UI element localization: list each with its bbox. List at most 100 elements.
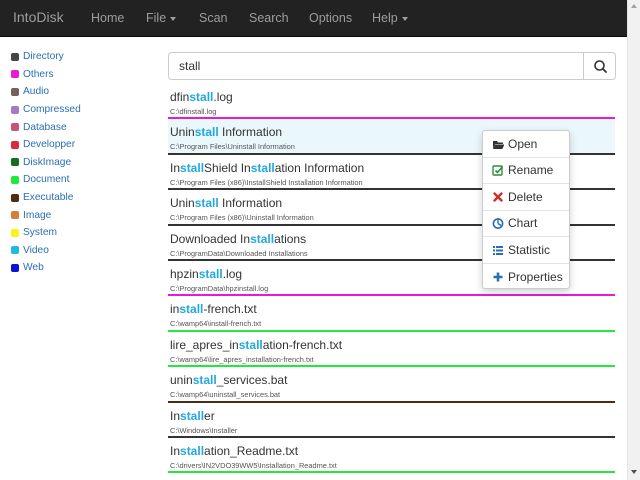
type-color-swatch <box>11 246 19 255</box>
type-filter-label: Image <box>23 209 52 221</box>
result-name-text: .log <box>213 90 233 104</box>
search-match-text: stall <box>238 337 263 352</box>
scroll-down-arrow-icon[interactable] <box>631 470 637 474</box>
type-filter-video[interactable]: Video <box>11 242 81 260</box>
search-button[interactable] <box>583 52 616 80</box>
type-color-swatch <box>11 105 19 114</box>
result-name-text: unin <box>170 373 193 388</box>
nav-options-label: Options <box>309 11 353 25</box>
type-color-swatch <box>11 52 19 61</box>
type-filter-label: Document <box>23 174 70 186</box>
result-path: C:\wamp64\uninstall_services.bat <box>170 390 281 400</box>
result-row[interactable]: Installer C:\Windows\Installer <box>168 403 615 438</box>
context-menu-delete[interactable]: Delete <box>483 184 569 211</box>
result-path: C:\wamp64\install-french.txt <box>170 319 262 329</box>
result-row[interactable]: lire_apres_installation-french.txt C:\wam… <box>168 332 615 368</box>
result-name-text: Information <box>218 125 283 140</box>
type-color-swatch <box>11 123 19 132</box>
type-filter-web[interactable]: Web <box>11 259 81 277</box>
search-match-text: stall <box>198 266 223 281</box>
search-input[interactable] <box>169 53 584 79</box>
nav-home[interactable]: Home <box>91 11 124 25</box>
nav-help-label: Help <box>372 11 398 25</box>
type-filter-label: Database <box>23 121 67 133</box>
type-filter-label: Executable <box>23 192 74 204</box>
context-menu-rename[interactable]: Rename <box>483 158 569 184</box>
result-name-text: ation_Readme.txt <box>204 443 299 458</box>
type-filter-image[interactable]: Image <box>11 206 81 224</box>
context-menu-open[interactable]: Open <box>483 131 569 158</box>
result-name-text: -french.txt <box>203 302 257 317</box>
file-type-legend: Directory Others Audio Compressed Database De… <box>11 48 81 277</box>
result-name: InstallShield Installation Information <box>170 161 364 175</box>
type-filter-directory[interactable]: Directory <box>11 48 81 66</box>
type-filter-label: Others <box>23 68 54 80</box>
result-name: dfinstall.log <box>170 90 233 104</box>
nav-scan-label: Scan <box>199 11 228 25</box>
result-name-text: Information <box>218 196 283 211</box>
type-filter-document[interactable]: Document <box>11 171 81 189</box>
search-match-text: stall <box>250 160 275 175</box>
type-color-swatch <box>11 70 19 79</box>
nav-file-dropdown[interactable]: File <box>146 11 177 25</box>
scroll-up-arrow-icon[interactable] <box>631 4 637 8</box>
app-brand[interactable]: IntoDisk <box>13 9 64 25</box>
result-name-text: In <box>170 408 181 423</box>
type-filter-developper[interactable]: Developper <box>11 136 81 154</box>
search-match-text: stall <box>189 90 214 104</box>
result-path: C:\Program Files\Uninstall Information <box>170 142 295 152</box>
nav-file-label: File <box>146 11 167 25</box>
result-name: Uninstall Information <box>170 125 282 139</box>
search-match-text: stall <box>192 373 217 388</box>
context-menu-properties[interactable]: Properties <box>483 264 569 291</box>
search-match-text: stall <box>180 160 205 175</box>
vertical-scrollbar[interactable] <box>627 0 640 480</box>
result-row[interactable]: uninstall_services.bat C:\wamp64\uninstal… <box>168 367 615 403</box>
result-name-text: lire_apres_in <box>170 337 239 352</box>
type-color-swatch <box>11 228 19 237</box>
type-filter-diskimage[interactable]: DiskImage <box>11 154 81 172</box>
search-icon <box>594 60 607 73</box>
type-filter-audio[interactable]: Audio <box>11 83 81 101</box>
result-row[interactable]: Installation_Readme.txt C:\drivers\IN2VDO… <box>168 438 615 474</box>
nav-home-label: Home <box>91 11 125 25</box>
search-match-text: stall <box>180 443 205 458</box>
result-path: C:\drivers\IN2VDO39WW5\Installation_Read… <box>170 460 337 470</box>
result-name: hpzinstall.log <box>170 267 242 281</box>
nav-help-dropdown[interactable]: Help <box>372 11 408 25</box>
nav-options[interactable]: Options <box>309 11 352 25</box>
context-menu-chart[interactable]: Chart <box>483 211 569 237</box>
result-row[interactable]: install-french.txt C:\wamp64\install-fren… <box>168 296 615 332</box>
type-filter-database[interactable]: Database <box>11 118 81 136</box>
type-filter-system[interactable]: System <box>11 224 81 242</box>
result-name-text: Unin <box>170 196 195 211</box>
context-menu-label: Delete <box>508 189 543 204</box>
context-menu-statistic[interactable]: Statistic <box>483 237 569 264</box>
type-filter-label: Compressed <box>23 104 81 116</box>
nav-scan[interactable]: Scan <box>199 11 228 25</box>
result-row[interactable]: dfinstall.log C:\dfinstall.log <box>168 84 615 120</box>
type-filter-compressed[interactable]: Compressed <box>11 101 81 119</box>
nav-search[interactable]: Search <box>249 11 289 25</box>
result-name: Installer <box>170 409 215 423</box>
result-path: C:\ProgramData\Downloaded Installations <box>170 248 308 258</box>
list-icon <box>493 245 503 255</box>
type-color-swatch <box>11 193 19 202</box>
type-filter-others[interactable]: Others <box>11 66 81 84</box>
result-name-text: er <box>204 408 215 423</box>
result-name: Installation_Readme.txt <box>170 444 298 458</box>
top-navbar: IntoDisk Home File Scan Search Options H… <box>0 0 627 37</box>
close-icon <box>493 192 503 202</box>
result-name-text: ation-french.txt <box>262 337 343 352</box>
context-menu-label: Statistic <box>508 242 551 257</box>
pie-chart-icon <box>492 218 504 230</box>
result-name: Downloaded Installations <box>170 232 306 246</box>
type-filter-label: System <box>23 227 57 239</box>
type-filter-executable[interactable]: Executable <box>11 189 81 207</box>
search-match-text: stall <box>250 231 275 246</box>
type-color-swatch <box>11 263 19 272</box>
result-name-text: In <box>170 160 181 175</box>
search-match-text: stall <box>194 196 219 211</box>
type-filter-label: Audio <box>23 86 50 98</box>
result-name-text: dfin <box>170 90 190 104</box>
